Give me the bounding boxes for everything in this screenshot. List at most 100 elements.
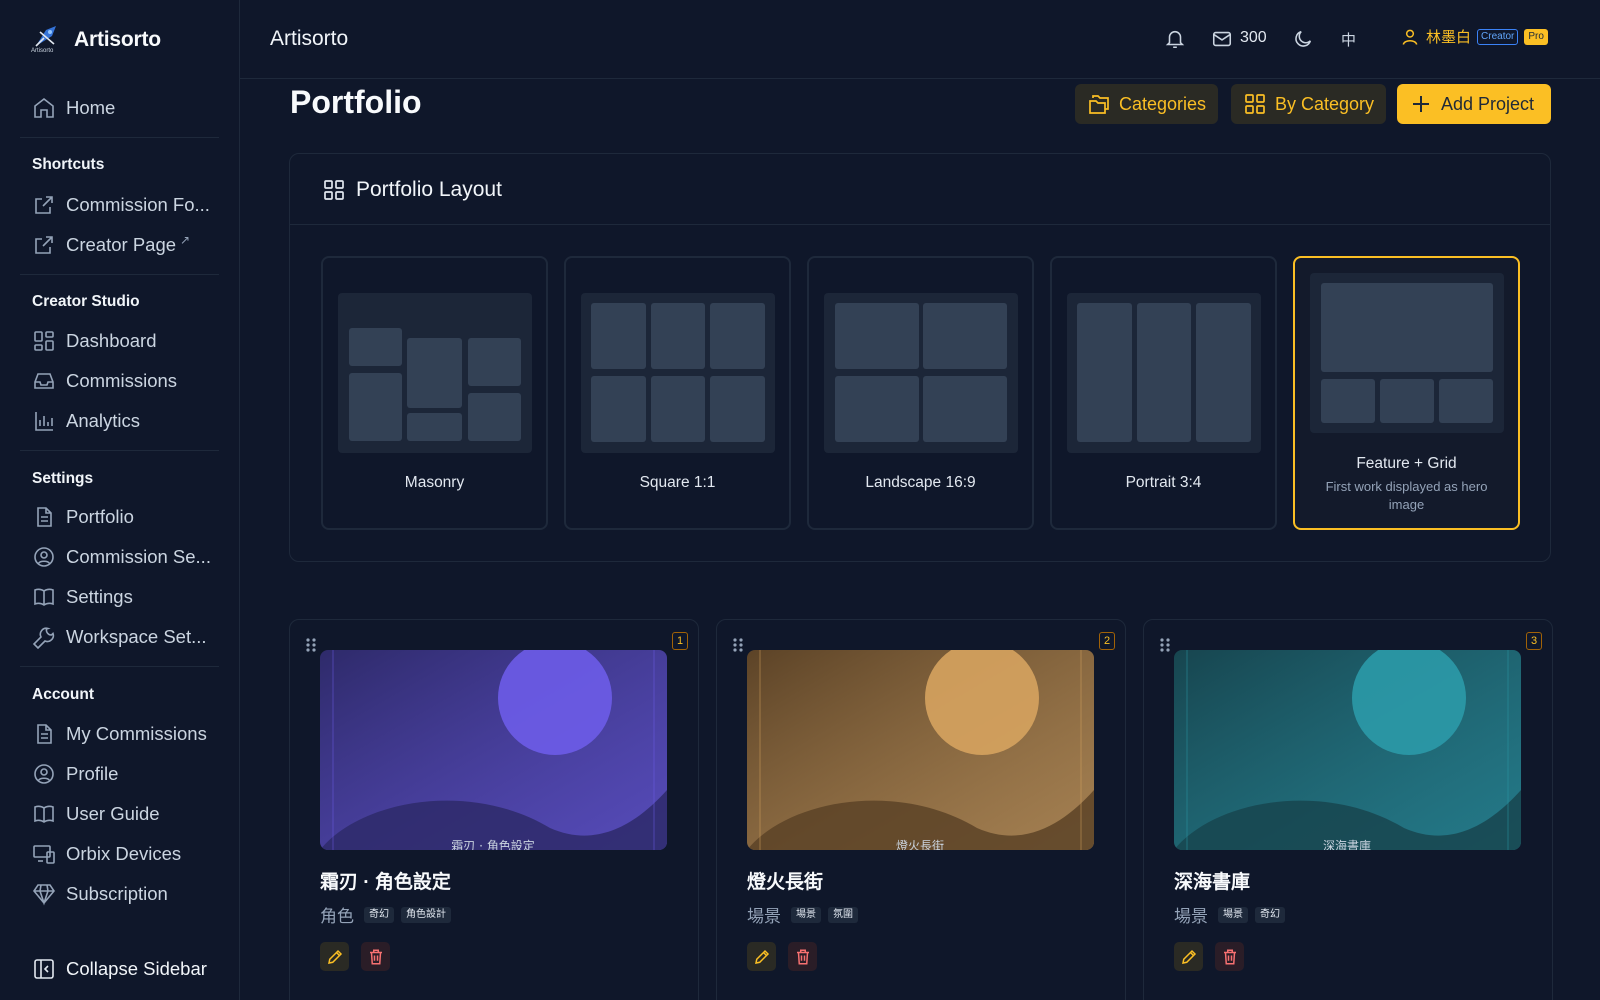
delete-project-button[interactable] bbox=[788, 942, 817, 971]
layout-preview bbox=[1310, 273, 1504, 433]
sidebar-item-label: Commission Fo... bbox=[66, 194, 210, 215]
sidebar-item-commission-settings[interactable]: Commission Se... bbox=[32, 541, 211, 573]
project-category: 場景 bbox=[1174, 907, 1208, 926]
sidebar-item-label: Workspace Set... bbox=[66, 626, 207, 647]
categories-button[interactable]: Categories bbox=[1075, 84, 1219, 124]
devices-icon bbox=[33, 845, 55, 864]
folders-icon bbox=[1089, 95, 1109, 114]
project-order-badge: 2 bbox=[1099, 632, 1115, 650]
layout-preview bbox=[1067, 293, 1261, 453]
project-thumbnail[interactable]: 霜刃 · 角色設定 bbox=[320, 650, 667, 850]
project-order-badge: 3 bbox=[1526, 632, 1542, 650]
sidebar-item-creator-page[interactable]: Creator Page ↗ bbox=[32, 229, 190, 261]
bell-icon[interactable] bbox=[1164, 28, 1186, 50]
portfolio-layout-header: Portfolio Layout bbox=[322, 178, 502, 202]
external-arrow: ↗ bbox=[180, 233, 191, 247]
portfolio-layout-title: Portfolio Layout bbox=[356, 178, 502, 201]
project-thumbnail[interactable]: 燈火長街 bbox=[747, 650, 1094, 850]
collapse-sidebar-label: Collapse Sidebar bbox=[66, 958, 207, 979]
trash-icon bbox=[796, 949, 809, 964]
page-title: Portfolio bbox=[290, 84, 422, 120]
user-name: 林墨白 bbox=[1426, 29, 1472, 46]
add-project-button[interactable]: Add Project bbox=[1397, 84, 1551, 124]
section-heading-account: Account bbox=[32, 686, 94, 703]
sidebar-item-user-guide[interactable]: User Guide bbox=[32, 798, 160, 830]
collapse-sidebar-button[interactable]: Collapse Sidebar bbox=[32, 953, 207, 985]
layout-option-label: Masonry bbox=[404, 474, 465, 491]
moon-icon[interactable] bbox=[1292, 28, 1314, 50]
home-icon bbox=[34, 97, 54, 118]
layout-option-label: Portrait 3:4 bbox=[1125, 474, 1202, 491]
layout-preview bbox=[824, 293, 1018, 453]
edit-project-button[interactable] bbox=[747, 942, 776, 971]
by-category-button[interactable]: By Category bbox=[1231, 84, 1387, 124]
edit-project-button[interactable] bbox=[320, 942, 349, 971]
layout-preview bbox=[338, 293, 532, 453]
drag-handle-icon[interactable] bbox=[304, 636, 318, 654]
sidebar-item-profile[interactable]: Profile bbox=[32, 758, 118, 790]
drag-handle-icon[interactable] bbox=[1158, 636, 1172, 654]
project-title: 霜刃 · 角色設定 bbox=[320, 872, 451, 893]
project-order-badge: 1 bbox=[672, 632, 688, 650]
sidebar-item-analytics[interactable]: Analytics bbox=[32, 405, 140, 437]
layout-option-portrait[interactable]: Portrait 3:4 bbox=[1050, 256, 1277, 530]
sidebar-divider bbox=[20, 274, 219, 275]
grid-icon bbox=[1245, 94, 1265, 114]
layout-option-description: First work displayed as hero image bbox=[1325, 479, 1488, 512]
delete-project-button[interactable] bbox=[1215, 942, 1244, 971]
project-card[interactable]: 2 燈火長街 燈火長街 場景 場景 氛圍 bbox=[716, 619, 1126, 1000]
sidebar-item-my-commissions[interactable]: My Commissions bbox=[32, 718, 207, 750]
brand[interactable]: Artisorto Artisorto bbox=[31, 24, 161, 56]
delete-project-button[interactable] bbox=[361, 942, 390, 971]
sidebar-item-subscription[interactable]: Subscription bbox=[32, 878, 168, 910]
project-thumbnail[interactable]: 深海書庫 bbox=[1174, 650, 1521, 850]
pen-nib-logo: Artisorto bbox=[31, 24, 64, 56]
drag-handle-icon[interactable] bbox=[731, 636, 745, 654]
sidebar-item-workspace-settings[interactable]: Workspace Set... bbox=[32, 621, 207, 653]
categories-button-label: Categories bbox=[1119, 93, 1207, 114]
project-tag: 場景 bbox=[791, 906, 821, 923]
layout-grid-icon bbox=[324, 180, 344, 200]
sidebar-item-commission-form[interactable]: Commission Fo... bbox=[32, 189, 210, 221]
message-count[interactable]: 300 bbox=[1240, 29, 1267, 47]
collapse-sidebar-icon bbox=[34, 959, 54, 979]
project-card[interactable]: 1 霜刃 · 角色設定 霜刃 · 角色設定 角色 奇幻 角色設計 bbox=[289, 619, 699, 1000]
sidebar-item-label: Commission Se... bbox=[66, 546, 211, 567]
sidebar-item-portfolio[interactable]: Portfolio bbox=[32, 501, 134, 533]
layout-option-feature-grid[interactable]: Feature + Grid First work displayed as h… bbox=[1293, 256, 1520, 530]
add-project-button-label: Add Project bbox=[1441, 93, 1535, 114]
edit-project-button[interactable] bbox=[1174, 942, 1203, 971]
user-menu[interactable]: 林墨白 Creator Pro bbox=[1400, 26, 1548, 47]
sidebar-item-label: Profile bbox=[66, 763, 119, 784]
project-tag: 氛圍 bbox=[828, 906, 858, 923]
sidebar-item-dashboard[interactable]: Dashboard bbox=[32, 325, 157, 357]
layout-option-label: Feature + Grid bbox=[1356, 455, 1457, 472]
project-meta: 角色 奇幻 角色設計 bbox=[320, 902, 451, 927]
sidebar-item-commissions[interactable]: Commissions bbox=[32, 365, 177, 397]
layout-option-landscape[interactable]: Landscape 16:9 bbox=[807, 256, 1034, 530]
sidebar-item-orbix-devices[interactable]: Orbix Devices bbox=[32, 838, 181, 870]
project-category: 場景 bbox=[747, 907, 781, 926]
sidebar-item-label: Home bbox=[66, 97, 116, 118]
project-card[interactable]: 3 深海書庫 深海書庫 場景 場景 奇幻 bbox=[1143, 619, 1553, 1000]
inbox-icon bbox=[34, 373, 54, 389]
layout-option-label: Square 1:1 bbox=[639, 474, 716, 491]
portfolio-layout-card: Portfolio Layout Masonry Square 1:1 Land… bbox=[289, 153, 1551, 562]
sidebar-item-label: Settings bbox=[66, 586, 133, 607]
sidebar-item-home[interactable]: Home bbox=[32, 92, 115, 124]
diamond-icon bbox=[33, 884, 55, 906]
user-circle-icon bbox=[34, 547, 54, 567]
project-meta: 場景 場景 氛圍 bbox=[747, 902, 858, 927]
language-toggle[interactable]: 中 bbox=[1341, 29, 1356, 50]
layout-option-label: Landscape 16:9 bbox=[865, 474, 976, 491]
sidebar-item-settings[interactable]: Settings bbox=[32, 581, 133, 613]
wrench-icon bbox=[32, 627, 55, 649]
section-heading-settings: Settings bbox=[32, 470, 94, 487]
mail-icon[interactable] bbox=[1211, 28, 1233, 50]
sidebar-item-label: Subscription bbox=[66, 883, 168, 904]
project-title: 燈火長街 bbox=[747, 872, 824, 893]
document-icon bbox=[37, 507, 52, 527]
sidebar-item-label: Commissions bbox=[66, 370, 178, 391]
layout-option-masonry[interactable]: Masonry bbox=[321, 256, 548, 530]
layout-option-square[interactable]: Square 1:1 bbox=[564, 256, 791, 530]
